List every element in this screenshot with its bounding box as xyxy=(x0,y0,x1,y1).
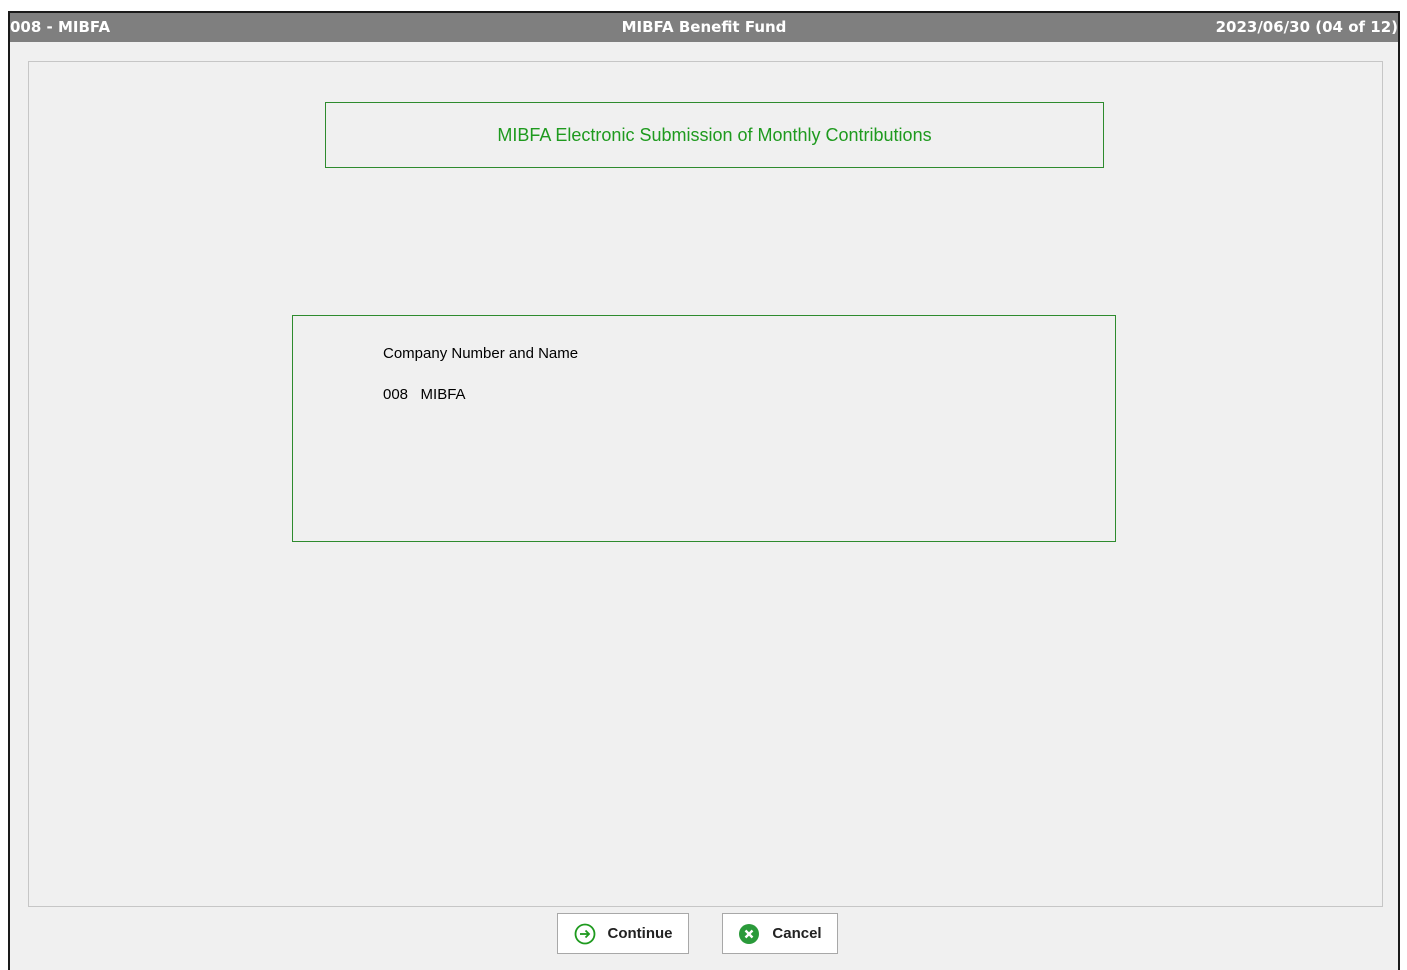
continue-label: Continue xyxy=(607,925,673,942)
company-label: Company Number and Name xyxy=(383,345,579,362)
fund-title: MIBFA Benefit Fund xyxy=(621,18,787,36)
app-window: 008 - MIBFA MIBFA Benefit Fund 2023/06/3… xyxy=(8,11,1400,970)
cancel-label: Cancel xyxy=(772,925,822,942)
arrow-right-circle-icon xyxy=(574,923,595,944)
title-bar: 008 - MIBFA MIBFA Benefit Fund 2023/06/3… xyxy=(10,13,1398,42)
main-panel: MIBFA Electronic Submission of Monthly C… xyxy=(28,61,1383,907)
period-title: 2023/06/30 (04 of 12) xyxy=(1215,18,1398,36)
company-info-box: Company Number and Name 008 MIBFA xyxy=(292,315,1116,542)
company-value: 008 MIBFA xyxy=(383,386,466,403)
close-circle-icon xyxy=(739,923,760,944)
page-heading-box: MIBFA Electronic Submission of Monthly C… xyxy=(325,102,1104,168)
cancel-button[interactable]: Cancel xyxy=(722,913,838,954)
continue-button[interactable]: Continue xyxy=(557,913,689,954)
page-title: MIBFA Electronic Submission of Monthly C… xyxy=(497,124,932,145)
